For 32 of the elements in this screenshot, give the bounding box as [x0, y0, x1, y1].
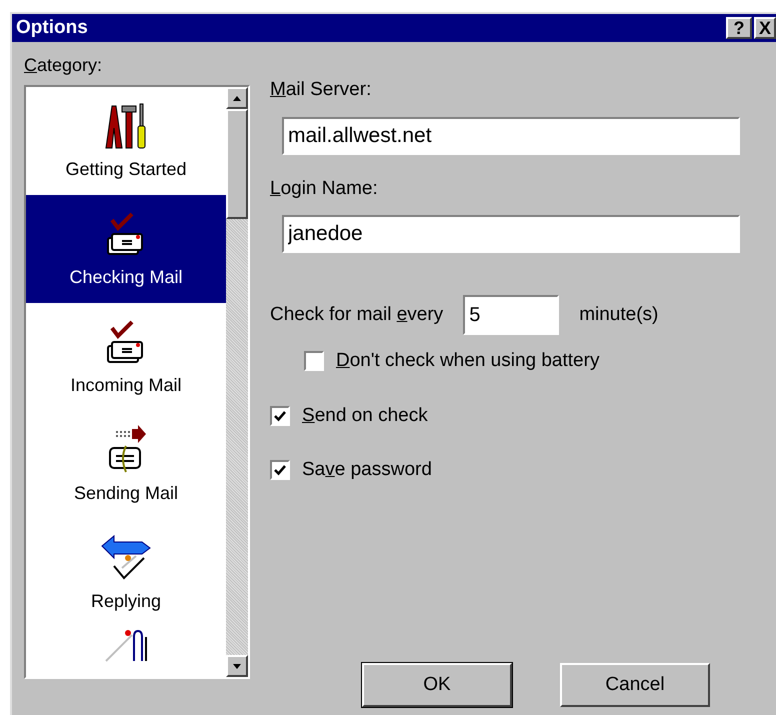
up-arrow-icon: [233, 96, 241, 100]
scroll-up-button[interactable]: [226, 87, 248, 109]
checkbox[interactable]: [270, 406, 290, 426]
field-label: Login Name:: [270, 176, 378, 200]
category-item-label: Replying: [90, 590, 162, 613]
interval-label: Check for mail every: [270, 302, 444, 327]
dialog-button[interactable]: Cancel: [560, 663, 710, 707]
checkbox-label: Send on check: [302, 404, 428, 428]
dialog-button[interactable]: OK: [362, 663, 512, 707]
checkbox[interactable]: [304, 351, 324, 372]
checkbox-label: Save password: [302, 458, 432, 482]
unit-label: minute(s): [579, 302, 658, 327]
field-label: Mail Server:: [270, 78, 372, 102]
window-title: Options: [16, 16, 89, 40]
close-button[interactable]: X: [754, 17, 776, 39]
checkmark-icon: [274, 410, 286, 422]
category-item-label: Incoming Mail: [70, 374, 182, 397]
checkmark-icon: [274, 464, 286, 476]
category-item-label: Getting Started: [65, 158, 187, 181]
category-item-label: Sending Mail: [74, 482, 178, 505]
category-item-label: Checking Mail: [69, 266, 183, 289]
category-item[interactable]: Checking Mail: [26, 195, 226, 303]
checkbox-label: Don't check when using battery: [336, 349, 600, 373]
help-button[interactable]: ?: [726, 17, 752, 39]
interval-field[interactable]: 5: [463, 295, 560, 335]
scrollbar[interactable]: [226, 87, 248, 677]
mail-server-field[interactable]: mail.allwest.net: [282, 116, 740, 154]
down-arrow-icon: [233, 664, 241, 668]
checkbox[interactable]: [270, 460, 290, 480]
scroll-down-button[interactable]: [226, 655, 248, 677]
category-label: Category:: [24, 54, 104, 77]
scroll-thumb[interactable]: [226, 109, 248, 219]
